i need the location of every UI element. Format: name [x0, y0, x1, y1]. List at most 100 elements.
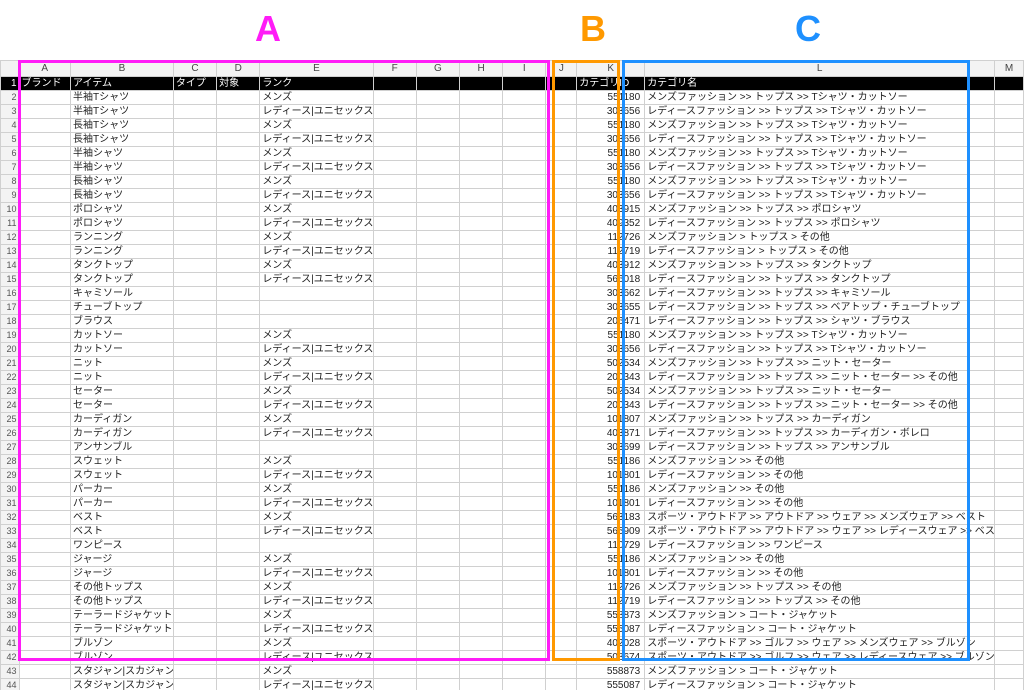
table-row[interactable]: 41ブルゾンメンズ402028スポーツ・アウトドア >> ゴルフ >> ウェア …: [1, 637, 1024, 651]
cell[interactable]: [19, 357, 70, 371]
cell[interactable]: メンズ: [260, 147, 373, 161]
cell[interactable]: [459, 343, 502, 357]
row-header[interactable]: 9: [1, 189, 20, 203]
row-header[interactable]: 41: [1, 637, 20, 651]
cell[interactable]: [503, 609, 546, 623]
cell[interactable]: [416, 385, 459, 399]
cell[interactable]: スタジャン|スカジャン|ダウンジャケット: [70, 665, 173, 679]
cell[interactable]: [995, 665, 1024, 679]
cell[interactable]: [373, 651, 416, 665]
cell[interactable]: [503, 119, 546, 133]
cell[interactable]: [995, 119, 1024, 133]
cell[interactable]: 長袖Tシャツ: [70, 133, 173, 147]
cell[interactable]: [173, 231, 216, 245]
cell[interactable]: ブルゾン: [70, 637, 173, 651]
cell[interactable]: レディース|ユニセックス: [260, 623, 373, 637]
cell[interactable]: [173, 665, 216, 679]
cell[interactable]: [546, 245, 577, 259]
cell[interactable]: [373, 343, 416, 357]
row-header[interactable]: 27: [1, 441, 20, 455]
cell[interactable]: 558873: [577, 609, 645, 623]
cell[interactable]: [173, 679, 216, 690]
cell[interactable]: [546, 679, 577, 690]
cell[interactable]: [373, 315, 416, 329]
row-header[interactable]: 36: [1, 567, 20, 581]
cell[interactable]: [373, 133, 416, 147]
table-row[interactable]: 42ブルゾンレディース|ユニセックス508674スポーツ・アウトドア >> ゴル…: [1, 651, 1024, 665]
cell[interactable]: [19, 637, 70, 651]
cell[interactable]: [173, 147, 216, 161]
table-row[interactable]: 4長袖Tシャツメンズ551180メンズファッション >> トップス >> Tシャ…: [1, 119, 1024, 133]
cell[interactable]: レディースファッション > トップス > その他: [645, 245, 995, 259]
cell[interactable]: [503, 539, 546, 553]
cell[interactable]: [217, 399, 260, 413]
table-row[interactable]: 11ポロシャツレディース|ユニセックス409352レディースファッション >> …: [1, 217, 1024, 231]
cell[interactable]: カットソー: [70, 329, 173, 343]
cell[interactable]: レディース|ユニセックス: [260, 595, 373, 609]
cell[interactable]: [503, 399, 546, 413]
cell[interactable]: [173, 399, 216, 413]
cell[interactable]: [503, 105, 546, 119]
cell[interactable]: [546, 623, 577, 637]
cell[interactable]: ランニング: [70, 245, 173, 259]
cell[interactable]: [373, 203, 416, 217]
col-header-L[interactable]: L: [645, 61, 995, 77]
cell[interactable]: [503, 273, 546, 287]
cell[interactable]: [459, 413, 502, 427]
cell[interactable]: [459, 301, 502, 315]
cell[interactable]: メンズファッション >> トップス >> ニット・セーター: [645, 357, 995, 371]
cell[interactable]: [503, 679, 546, 690]
cell[interactable]: [373, 427, 416, 441]
cell[interactable]: [416, 91, 459, 105]
table-row[interactable]: 10ポロシャツメンズ403915メンズファッション >> トップス >> ポロシ…: [1, 203, 1024, 217]
cell[interactable]: [173, 553, 216, 567]
cell[interactable]: 200343: [577, 399, 645, 413]
cell[interactable]: [19, 189, 70, 203]
cell[interactable]: [173, 343, 216, 357]
cell[interactable]: レディースファッション >> その他: [645, 497, 995, 511]
cell[interactable]: [19, 273, 70, 287]
cell[interactable]: [546, 651, 577, 665]
cell[interactable]: [459, 553, 502, 567]
cell[interactable]: [503, 567, 546, 581]
table-row[interactable]: 34ワンピース110729レディースファッション >> ワンピース: [1, 539, 1024, 553]
cell[interactable]: レディースファッション >> トップス >> Tシャツ・カットソー: [645, 189, 995, 203]
cell[interactable]: ジャージ: [70, 553, 173, 567]
cell[interactable]: [373, 595, 416, 609]
cell[interactable]: [416, 455, 459, 469]
cell[interactable]: [459, 287, 502, 301]
cell[interactable]: [260, 441, 373, 455]
cell[interactable]: [459, 385, 502, 399]
cell[interactable]: [503, 343, 546, 357]
table-row[interactable]: 40テーラードジャケット|デニムジャケットレディース|ユニセックス555087レ…: [1, 623, 1024, 637]
cell[interactable]: [546, 203, 577, 217]
cell[interactable]: [546, 441, 577, 455]
cell[interactable]: [503, 189, 546, 203]
cell[interactable]: [19, 175, 70, 189]
cell[interactable]: [19, 427, 70, 441]
cell[interactable]: [19, 469, 70, 483]
cell[interactable]: [416, 287, 459, 301]
cell[interactable]: [416, 483, 459, 497]
cell[interactable]: [173, 105, 216, 119]
cell[interactable]: メンズ: [260, 609, 373, 623]
cell[interactable]: 200343: [577, 371, 645, 385]
cell[interactable]: [995, 651, 1024, 665]
cell[interactable]: カーディガン: [70, 427, 173, 441]
cell[interactable]: [260, 287, 373, 301]
row-header[interactable]: 15: [1, 273, 20, 287]
cell[interactable]: [173, 581, 216, 595]
cell[interactable]: [173, 273, 216, 287]
col-header-C[interactable]: C: [173, 61, 216, 77]
cell[interactable]: [459, 357, 502, 371]
cell[interactable]: メンズ: [260, 665, 373, 679]
cell[interactable]: [416, 301, 459, 315]
cell[interactable]: [416, 203, 459, 217]
cell[interactable]: [995, 273, 1024, 287]
cell[interactable]: [373, 567, 416, 581]
cell[interactable]: [19, 581, 70, 595]
cell[interactable]: [217, 343, 260, 357]
cell[interactable]: [503, 497, 546, 511]
cell[interactable]: [373, 301, 416, 315]
cell[interactable]: [19, 567, 70, 581]
